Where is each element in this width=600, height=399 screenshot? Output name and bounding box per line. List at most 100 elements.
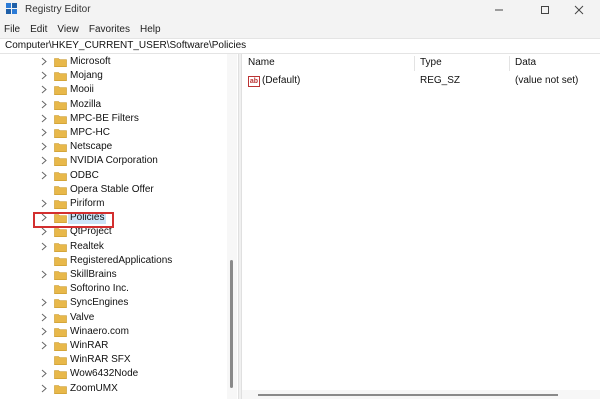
- menu-help[interactable]: Help: [140, 24, 161, 35]
- chevron-right-icon[interactable]: [41, 341, 49, 351]
- tree-item-label: ODBC: [70, 169, 99, 181]
- chevron-right-icon[interactable]: [41, 114, 49, 124]
- registry-editor-icon: [6, 3, 17, 14]
- annotation-highlight-box: [33, 212, 114, 228]
- folder-icon: [54, 313, 67, 323]
- tree-item[interactable]: Valve: [0, 311, 227, 325]
- tree-item[interactable]: RegisteredApplications: [0, 254, 227, 268]
- folder-icon: [54, 85, 67, 96]
- tree-item[interactable]: SyncEngines: [0, 296, 227, 310]
- close-button[interactable]: [556, 0, 600, 20]
- folder-icon: [54, 185, 67, 195]
- window-title: Registry Editor: [25, 4, 91, 15]
- chevron-right-icon[interactable]: [41, 85, 49, 95]
- column-header-type[interactable]: Type: [420, 57, 442, 68]
- tree-item-label: WinRAR SFX: [70, 354, 131, 366]
- tree-item[interactable]: Mooii: [0, 83, 227, 97]
- chevron-right-icon[interactable]: [41, 57, 49, 67]
- values-horizontal-scrollbar[interactable]: [242, 390, 600, 399]
- chevron-right-icon[interactable]: [41, 199, 49, 209]
- tree-item-label: Netscape: [70, 141, 113, 153]
- tree-item[interactable]: NVIDIA Corporation: [0, 154, 227, 168]
- folder-icon: [54, 341, 67, 351]
- folder-icon: [54, 298, 67, 309]
- chevron-right-icon[interactable]: [41, 242, 49, 252]
- minimize-button[interactable]: [476, 0, 522, 20]
- folder-icon: [54, 227, 67, 238]
- folder-icon: [54, 256, 67, 266]
- tree-item-label: WinRAR: [70, 340, 109, 351]
- tree-item[interactable]: WinRAR SFX: [0, 353, 227, 367]
- tree-item[interactable]: ZoomUMX: [0, 382, 227, 396]
- tree-item-label: Winaero.com: [70, 325, 129, 337]
- chevron-right-icon[interactable]: [41, 171, 49, 181]
- tree-item[interactable]: MPC-HC: [0, 126, 227, 140]
- chevron-right-icon[interactable]: [41, 298, 49, 308]
- chevron-right-icon[interactable]: [41, 156, 49, 166]
- tree-item[interactable]: Wow6432Node: [0, 367, 227, 381]
- column-divider[interactable]: [509, 56, 510, 71]
- chevron-right-icon[interactable]: [41, 270, 49, 280]
- tree-item[interactable]: Winaero.com: [0, 325, 227, 339]
- folder-icon: [54, 71, 67, 82]
- tree-item-label: Piriform: [70, 198, 105, 209]
- column-divider[interactable]: [414, 56, 415, 71]
- tree-scrollbar-thumb[interactable]: [230, 260, 233, 388]
- tree-item[interactable]: Mojang: [0, 69, 227, 83]
- chevron-right-icon[interactable]: [41, 227, 49, 237]
- tree-item-label: Microsoft: [70, 56, 111, 67]
- folder-icon: [54, 384, 67, 394]
- menu-view[interactable]: View: [57, 24, 79, 35]
- tree-item-label: SkillBrains: [70, 269, 117, 280]
- column-header-data[interactable]: Data: [515, 57, 536, 68]
- tree-item[interactable]: MPC-BE Filters: [0, 112, 227, 126]
- chevron-right-icon[interactable]: [41, 100, 49, 110]
- tree-item-label: Mojang: [70, 70, 103, 82]
- chevron-right-icon[interactable]: [41, 128, 49, 138]
- menu-favorites[interactable]: Favorites: [89, 24, 130, 35]
- value-name[interactable]: (Default): [262, 75, 300, 89]
- chevron-right-icon[interactable]: [41, 313, 49, 323]
- close-icon: [574, 5, 584, 15]
- minimize-icon: [495, 9, 503, 11]
- tree-item[interactable]: Softorino Inc.: [0, 282, 227, 296]
- tree-item-label: Wow6432Node: [70, 368, 139, 380]
- tree-item[interactable]: WinRAR: [0, 339, 227, 353]
- tree-item-label: Opera Stable Offer: [70, 183, 154, 195]
- folder-icon: [54, 369, 67, 380]
- tree-item[interactable]: Mozilla: [0, 98, 227, 112]
- tree-item[interactable]: SkillBrains: [0, 268, 227, 282]
- tree-item-label: Valve: [70, 311, 95, 323]
- title-bar: Registry Editor: [0, 0, 600, 20]
- folder-icon: [54, 242, 67, 252]
- tree-item[interactable]: Realtek: [0, 240, 227, 254]
- chevron-right-icon[interactable]: [41, 71, 49, 81]
- tree-item[interactable]: Netscape: [0, 140, 227, 154]
- menu-file[interactable]: File: [4, 24, 20, 35]
- folder-icon: [54, 199, 67, 209]
- tree-item[interactable]: ODBC: [0, 169, 227, 183]
- tree-item[interactable]: Opera Stable Offer: [0, 183, 227, 197]
- tree-item-label: MPC-BE Filters: [70, 112, 139, 124]
- tree-scrollbar[interactable]: [227, 54, 237, 399]
- folder-icon: [54, 284, 67, 295]
- chevron-right-icon[interactable]: [41, 327, 49, 337]
- folder-icon: [54, 327, 67, 337]
- tree-item-label: Mozilla: [70, 98, 102, 110]
- tree-item[interactable]: Piriform: [0, 197, 227, 211]
- folder-icon: [54, 100, 67, 110]
- menu-edit[interactable]: Edit: [30, 24, 47, 35]
- values-scrollbar-thumb[interactable]: [258, 394, 558, 396]
- value-type: REG_SZ: [420, 75, 461, 86]
- chevron-right-icon[interactable]: [41, 142, 49, 152]
- tree-item[interactable]: Microsoft: [0, 55, 227, 69]
- chevron-right-icon[interactable]: [41, 384, 49, 394]
- tree-item-label: SyncEngines: [70, 297, 129, 309]
- column-header-name[interactable]: Name: [248, 57, 275, 68]
- chevron-right-icon[interactable]: [41, 369, 49, 379]
- folder-icon: [54, 142, 67, 153]
- address-bar[interactable]: Computer\HKEY_CURRENT_USER\Software\Poli…: [0, 38, 600, 54]
- values-list[interactable]: Name Type Data ab (Default) REG_SZ (valu…: [242, 54, 600, 399]
- folder-icon: [54, 355, 67, 366]
- string-value-icon: ab: [248, 76, 260, 87]
